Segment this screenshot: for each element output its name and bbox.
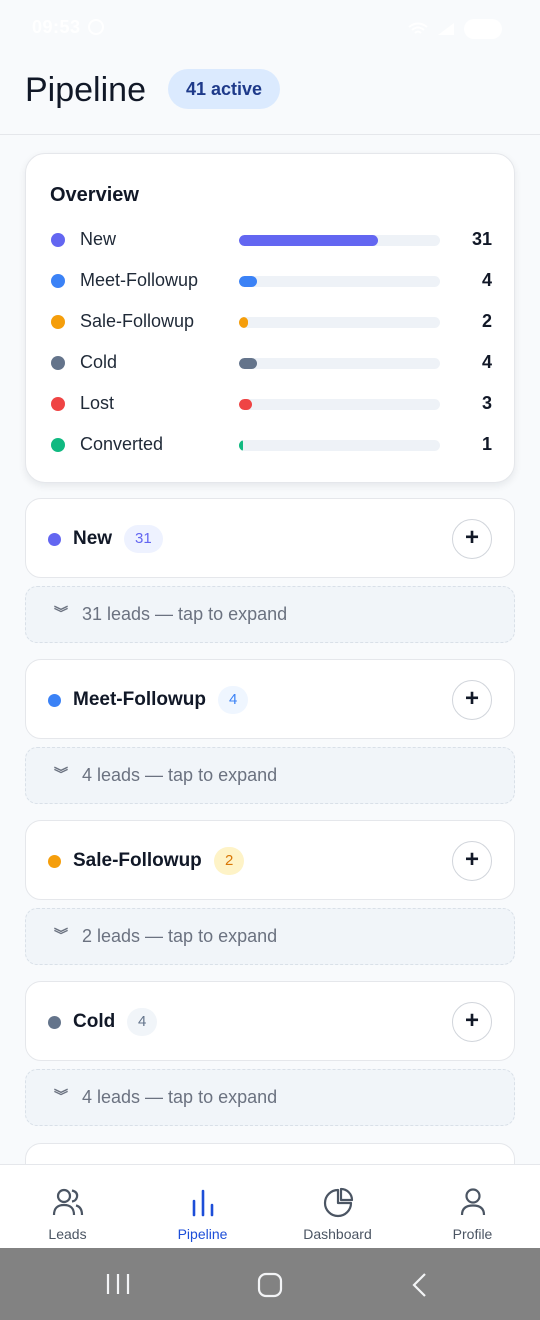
stage-card-meet-followup[interactable]: Meet-Followup 4 + [25,659,515,739]
stage-name: New [73,528,113,549]
overview-label: Sale-Followup [80,311,195,331]
progress-fill [239,440,244,451]
page-title: Pipeline [25,71,146,109]
nav-label: Profile [452,1226,493,1242]
progress-track [239,235,440,246]
overview-row: Sale-Followup 2 [26,302,516,343]
status-dot [48,533,61,546]
progress-track [239,276,440,287]
overview-label: Lost [80,393,115,413]
progress-fill [239,358,258,369]
progress-fill [239,235,378,246]
expand-leads-button[interactable]: ︾ 2 leads — tap to expand [25,908,515,965]
status-dot [48,1016,61,1029]
add-lead-button[interactable]: + [452,1002,492,1042]
status-dot [48,694,61,707]
stage-count-badge: 2 [214,847,245,875]
expand-text: 2 leads — tap to expand [82,926,278,946]
bar-chart-icon [192,1189,213,1217]
chevrons-down-icon: ︾ [54,927,68,943]
user-icon [460,1188,485,1216]
status-bar: 09:53 [0,0,540,56]
back-icon[interactable] [410,1272,430,1298]
add-lead-button[interactable]: + [452,519,492,559]
overview-count: 4 [481,352,492,372]
expand-leads-button[interactable]: ︾ 31 leads — tap to expand [25,586,515,643]
stage-name: Meet-Followup [73,689,206,710]
overview-count: 3 [481,393,492,413]
status-dot [48,855,61,868]
nav-profile[interactable]: Profile [405,1165,540,1249]
stage-name: Sale-Followup [73,850,202,871]
signal-icon [438,23,454,35]
expand-text: 4 leads — tap to expand [82,765,278,785]
status-dot [51,233,65,247]
overview-row: Converted 1 [26,425,516,466]
chevrons-down-icon: ︾ [54,766,68,782]
stage-count-badge: 4 [218,686,249,714]
page-header: Pipeline 41 active [0,56,540,135]
progress-fill [239,317,249,328]
overview-row: Lost 3 [26,384,516,425]
status-dot [51,438,65,452]
progress-track [239,317,440,328]
progress-track [239,358,440,369]
expand-text: 4 leads — tap to expand [82,1087,278,1107]
progress-fill [239,276,258,287]
bottom-nav: Leads Pipeline Dashboard Profile [0,1164,540,1248]
chevrons-down-icon: ︾ [54,1088,68,1104]
wifi-icon [408,22,428,34]
stage-name: Cold [73,1011,116,1032]
stage-card-sale-followup[interactable]: Sale-Followup 2 + [25,820,515,900]
overview-label: Converted [80,434,164,454]
stage-count-badge: 31 [124,525,163,553]
system-nav-bar [0,1248,540,1320]
nav-dashboard[interactable]: Dashboard [270,1165,405,1249]
overview-count: 1 [481,434,492,454]
status-dot [51,397,65,411]
overview-count: 2 [481,311,492,331]
overview-count: 31 [471,229,492,249]
battery-icon [464,19,502,39]
stage-card-new[interactable]: New 31 + [25,498,515,578]
overview-card: Overview New 31 Meet-Followup 4 Sale-Fol… [25,153,515,483]
stage-count-badge: 4 [127,1008,158,1036]
pie-chart-icon [323,1187,353,1218]
expand-leads-button[interactable]: ︾ 4 leads — tap to expand [25,1069,515,1126]
add-lead-button[interactable]: + [452,841,492,881]
expand-text: 31 leads — tap to expand [82,604,288,624]
progress-fill [239,399,253,410]
progress-track [239,440,440,451]
nav-label: Leads [48,1226,87,1242]
progress-track [239,399,440,410]
overview-row: New 31 [26,220,516,261]
status-time: 09:53 [32,17,81,37]
status-dot [51,274,65,288]
add-lead-button[interactable]: + [452,680,492,720]
overview-row: Cold 4 [26,343,516,384]
nav-label: Dashboard [303,1226,372,1242]
alarm-icon [88,19,104,35]
home-icon[interactable] [257,1272,283,1298]
status-icons [408,19,502,39]
nav-pipeline[interactable]: Pipeline [135,1165,270,1249]
active-count-badge: 41 active [168,69,281,109]
overview-row: Meet-Followup 4 [26,261,516,302]
users-icon [52,1188,83,1216]
recent-apps-icon[interactable] [105,1272,131,1296]
nav-leads[interactable]: Leads [0,1165,135,1249]
nav-label: Pipeline [177,1226,228,1242]
overview-label: New [80,229,117,249]
status-dot [51,315,65,329]
overview-title: Overview [50,184,139,206]
overview-count: 4 [481,270,492,290]
stage-card-cold[interactable]: Cold 4 + [25,981,515,1061]
status-dot [51,356,65,370]
chevrons-down-icon: ︾ [54,605,68,621]
overview-label: Meet-Followup [80,270,199,290]
expand-leads-button[interactable]: ︾ 4 leads — tap to expand [25,747,515,804]
overview-label: Cold [80,352,118,372]
